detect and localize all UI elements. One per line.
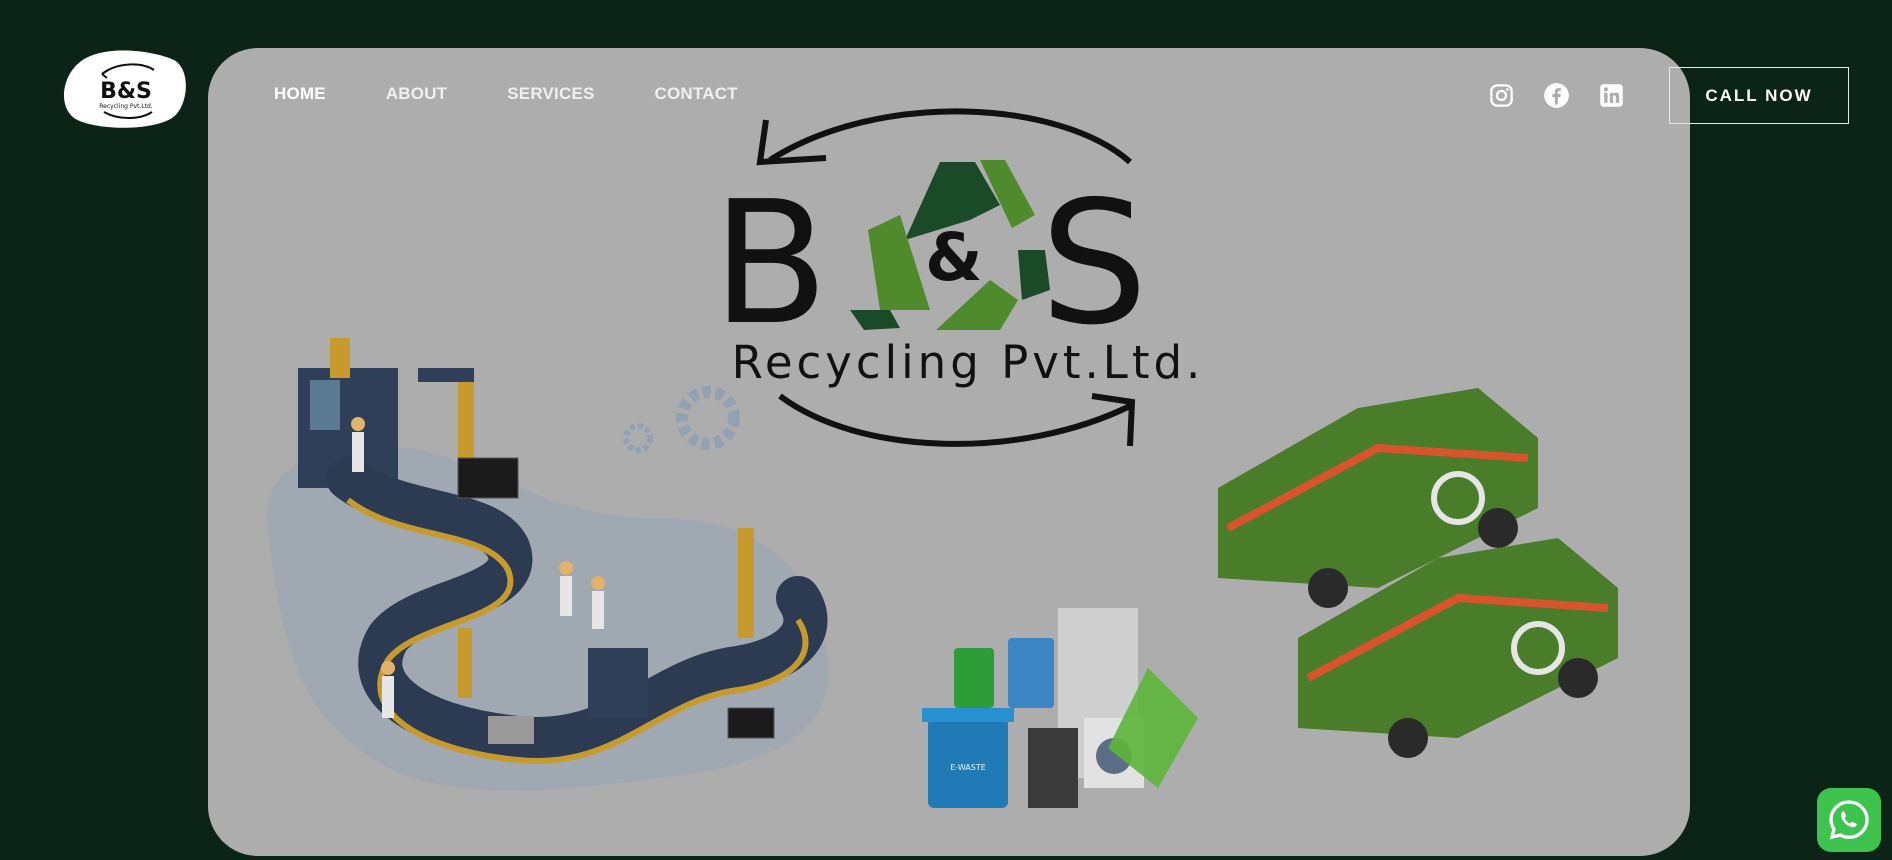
brand-letter-s: S bbox=[1040, 165, 1148, 363]
facebook-icon[interactable] bbox=[1543, 82, 1570, 109]
whatsapp-button[interactable] bbox=[1817, 788, 1881, 852]
linkedin-icon[interactable] bbox=[1598, 82, 1625, 109]
logo-badge-tagline: Recycling Pvt.Ltd. bbox=[99, 103, 153, 110]
whatsapp-icon bbox=[1829, 800, 1869, 840]
brand-logo: B & S bbox=[712, 108, 1148, 447]
main-nav: HOME ABOUT SERVICES CONTACT bbox=[274, 84, 738, 104]
brand-ampersand: & bbox=[925, 219, 983, 296]
garbage-trucks-illustration bbox=[1218, 388, 1618, 758]
ewaste-bins-illustration: E-WASTE bbox=[922, 608, 1198, 808]
call-now-button[interactable]: CALL NOW bbox=[1669, 67, 1849, 124]
brand-letter-b: B bbox=[712, 165, 829, 363]
nav-services-link[interactable]: SERVICES bbox=[507, 84, 594, 104]
instagram-icon[interactable] bbox=[1488, 82, 1515, 109]
logo-badge-text: B&S bbox=[100, 79, 152, 104]
nav-about-link[interactable]: ABOUT bbox=[386, 84, 447, 104]
bin-label: E-WASTE bbox=[950, 763, 986, 772]
brand-subtitle: Recycling Pvt.Ltd. bbox=[731, 336, 1205, 389]
social-links bbox=[1488, 82, 1625, 109]
logo-badge[interactable]: B&S Recycling Pvt.Ltd. bbox=[62, 48, 190, 130]
nav-home-link[interactable]: HOME bbox=[274, 84, 326, 104]
